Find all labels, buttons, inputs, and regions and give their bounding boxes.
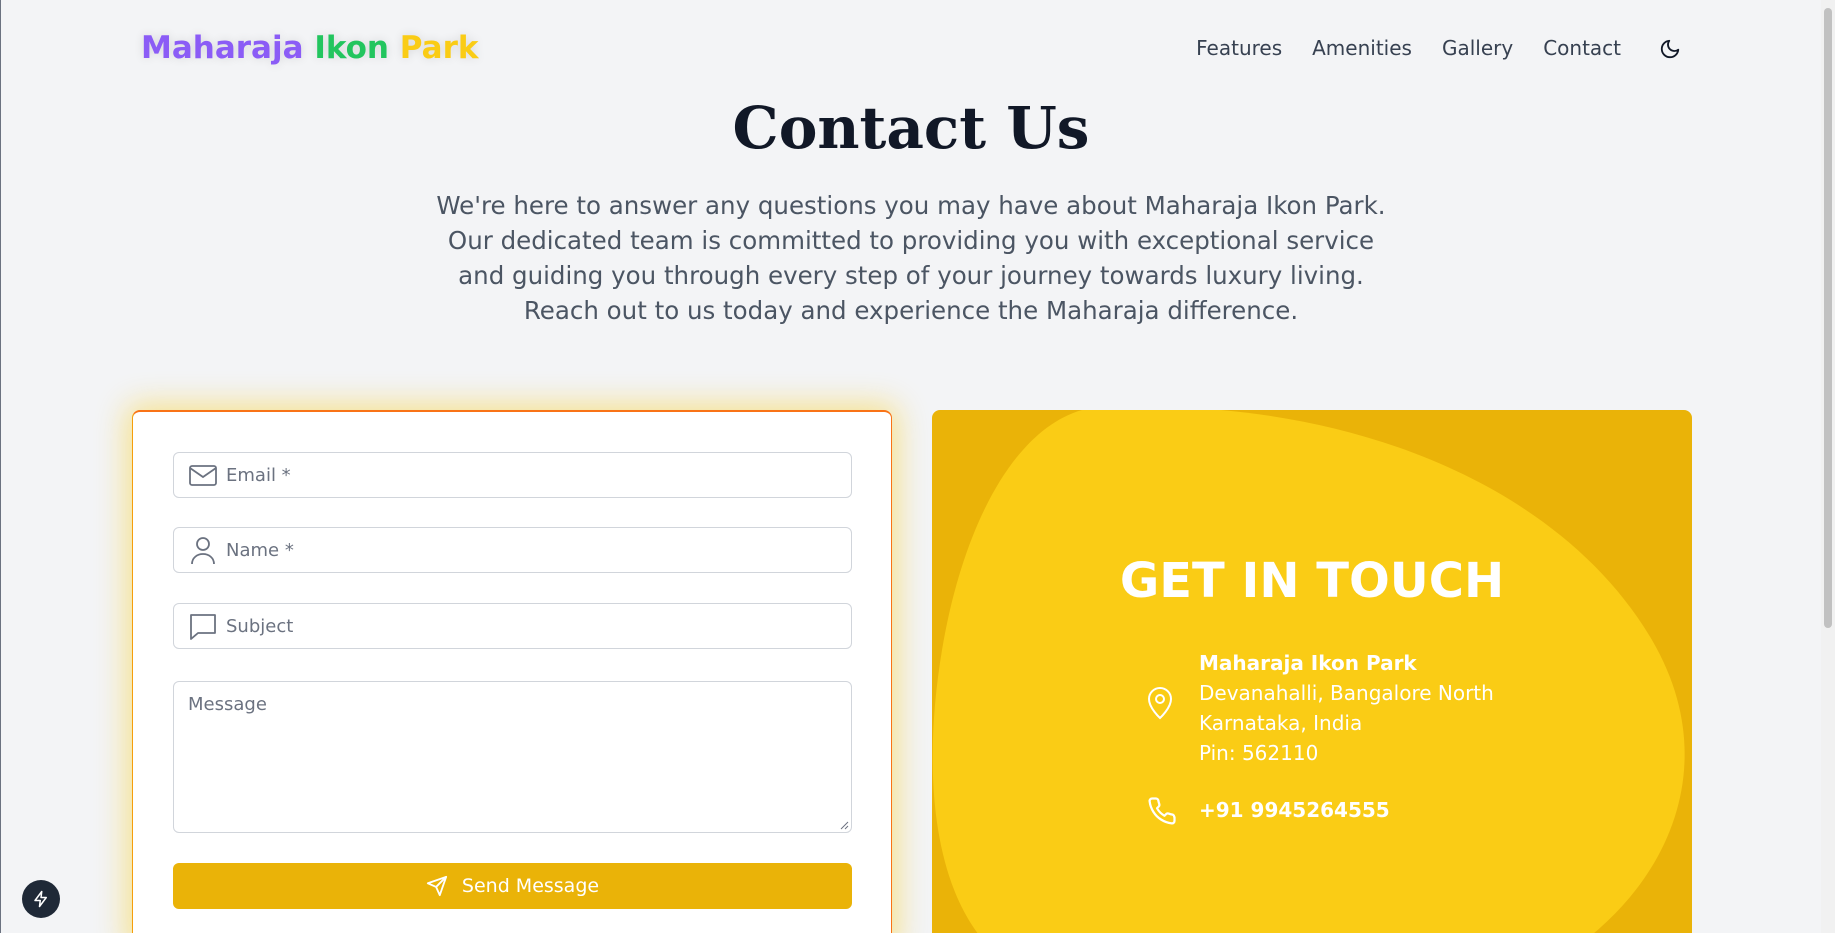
- address-block: Maharaja Ikon Park Devanahalli, Bangalor…: [1199, 648, 1494, 768]
- subject-field[interactable]: Subject: [173, 603, 852, 649]
- moon-icon[interactable]: [1659, 38, 1681, 60]
- message-square-icon: [190, 614, 216, 640]
- page-scrollbar[interactable]: [1821, 0, 1835, 933]
- logo-word-park: Park: [399, 30, 479, 66]
- send-message-label: Send Message: [461, 875, 600, 897]
- address-line-2: Karnataka, India: [1199, 711, 1363, 735]
- site-logo[interactable]: Maharaja Ikon Park: [141, 30, 479, 66]
- nav-link-gallery[interactable]: Gallery: [1442, 36, 1513, 60]
- name-field[interactable]: Name *: [173, 527, 852, 573]
- user-icon: [191, 537, 215, 565]
- main-nav: Features Amenities Gallery Contact: [1166, 36, 1621, 60]
- lightning-bolt-icon: [34, 890, 47, 908]
- address-line-1: Devanahalli, Bangalore North: [1199, 681, 1494, 705]
- email-field[interactable]: Email *: [173, 452, 852, 498]
- send-message-button[interactable]: Send Message: [173, 863, 852, 909]
- get-in-touch-heading: GET IN TOUCH: [1119, 553, 1505, 609]
- pin-code: Pin: 562110: [1199, 741, 1319, 765]
- map-pin-icon: [1147, 687, 1173, 720]
- logo-word-ikon: Ikon: [314, 30, 389, 66]
- dev-tools-button[interactable]: [22, 880, 60, 918]
- phone-icon: [1148, 797, 1176, 825]
- email-placeholder: Email *: [226, 464, 291, 486]
- logo-word-maharaja: Maharaja: [141, 30, 304, 66]
- name-placeholder: Name *: [226, 539, 294, 561]
- nav-link-amenities[interactable]: Amenities: [1312, 36, 1412, 60]
- page-title: Contact Us: [732, 94, 1090, 162]
- nav-link-features[interactable]: Features: [1196, 36, 1282, 60]
- site-header: Maharaja Ikon Park Features Amenities Ga…: [1, 0, 1821, 100]
- phone-number[interactable]: +91 9945264555: [1199, 798, 1390, 822]
- subject-placeholder: Subject: [226, 615, 294, 637]
- message-placeholder: Message: [188, 694, 267, 715]
- send-icon: [426, 875, 447, 897]
- scrollbar-thumb[interactable]: [1824, 8, 1832, 628]
- contact-info-card: GET IN TOUCH Maharaja Ikon Park Devanaha…: [932, 410, 1692, 933]
- contact-form-card: Email * Name * Subject Message Send Mess…: [132, 410, 892, 933]
- mail-icon: [189, 465, 217, 486]
- page-intro: We're here to answer any questions you m…: [436, 191, 1386, 325]
- resize-handle-icon[interactable]: [839, 820, 849, 830]
- message-textarea[interactable]: Message: [173, 681, 852, 833]
- nav-link-contact[interactable]: Contact: [1543, 36, 1621, 60]
- company-name: Maharaja Ikon Park: [1199, 651, 1417, 675]
